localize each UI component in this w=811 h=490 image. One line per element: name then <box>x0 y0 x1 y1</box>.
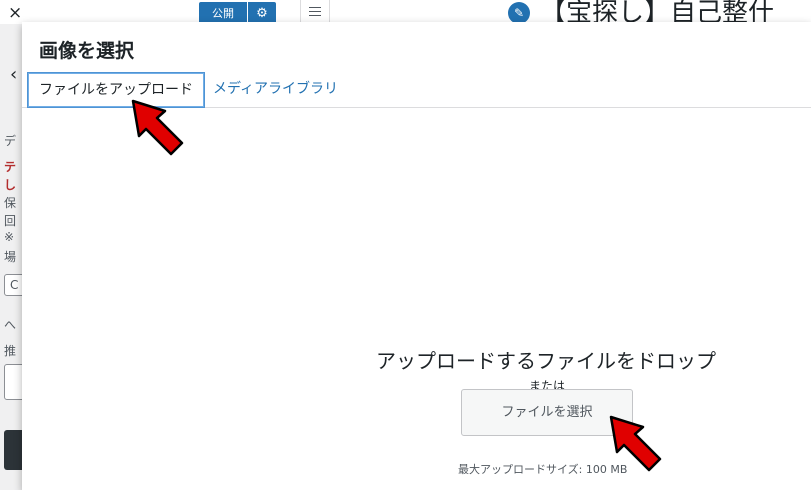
modal-title: 画像を選択 <box>39 40 135 62</box>
annotation-arrow-icon <box>609 415 662 472</box>
sidebar-fragment: C <box>10 278 19 292</box>
media-modal: 画像を選択 ファイルをアップロード メディアライブラリ アップロードするファイル… <box>22 22 811 490</box>
pencil-icon[interactable]: ✎ <box>508 2 530 24</box>
editor-sidebar: ‹ デ テ し 保 回 ※ 場 C へ 推 <box>0 24 28 490</box>
sidebar-fragment: デ <box>4 134 17 148</box>
editor-topbar: × 公開 ⚙ ✎ 【宝探し】自己整什 <box>0 0 811 28</box>
modal-header: 画像を選択 <box>22 22 811 72</box>
sidebar-fragment: 回 <box>4 214 17 228</box>
tab-media-library[interactable]: メディアライブラリ <box>213 72 338 108</box>
sidebar-fragment: 保 <box>4 196 17 210</box>
sidebar-fragment: 場 <box>4 250 17 264</box>
drop-instructions: アップロードするファイルをドロップ <box>376 349 716 373</box>
annotation-arrow-icon <box>131 99 184 156</box>
sidebar-fragment: 推 <box>4 344 17 358</box>
sidebar-fragment: ※ <box>4 230 15 244</box>
menu-icon[interactable] <box>300 0 330 24</box>
max-upload-size: 最大アップロードサイズ: 100 MB <box>458 463 628 476</box>
sidebar-fragment: へ <box>4 318 17 332</box>
sidebar-fragment: し <box>4 178 17 192</box>
upload-drop-zone[interactable]: アップロードするファイルをドロップ または ファイルを選択 最大アップロードサイ… <box>22 109 811 490</box>
back-chevron-icon[interactable]: ‹ <box>10 64 17 85</box>
close-icon[interactable]: × <box>8 3 22 23</box>
sidebar-fragment: テ <box>4 160 17 174</box>
